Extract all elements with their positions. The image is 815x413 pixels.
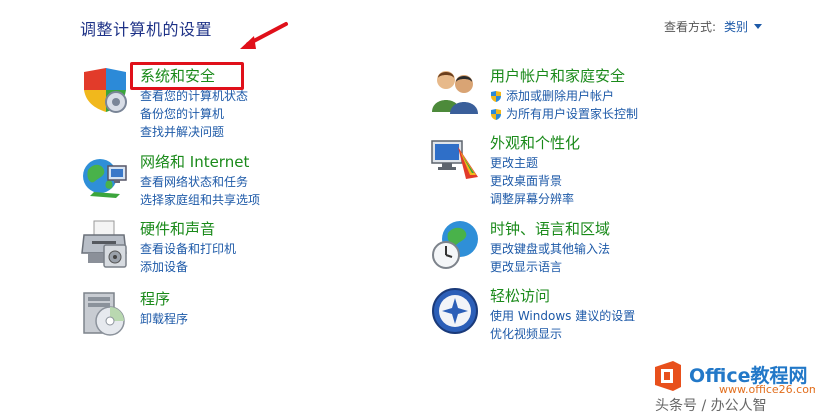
display-palette-icon[interactable] (430, 133, 480, 183)
shield-security-icon[interactable] (80, 66, 130, 116)
clock-globe-icon[interactable] (430, 219, 480, 269)
network-globe-icon[interactable] (80, 152, 130, 202)
link-desktop-background[interactable]: 更改桌面背景 (490, 172, 580, 190)
link-recommended-settings[interactable]: 使用 Windows 建议的设置 (490, 307, 635, 325)
chevron-down-icon[interactable] (754, 24, 763, 29)
link-add-device[interactable]: 添加设备 (140, 258, 236, 276)
category-programs: 程序 卸载程序 (80, 289, 400, 359)
category-title-network[interactable]: 网络和 Internet (140, 152, 260, 173)
category-user-accounts: 用户帐户和家庭安全 添加或删除用户帐户 为所有用户设置家长控制 (430, 66, 750, 136)
link-screen-resolution[interactable]: 调整屏幕分辨率 (490, 190, 580, 208)
printer-icon[interactable] (80, 219, 130, 269)
link-backup[interactable]: 备份您的计算机 (140, 105, 248, 123)
category-title-ease-of-access[interactable]: 轻松访问 (490, 286, 635, 307)
highlight-box (130, 62, 244, 90)
link-troubleshoot[interactable]: 查找并解决问题 (140, 123, 248, 141)
link-add-remove-accounts-label[interactable]: 添加或删除用户帐户 (506, 87, 614, 105)
link-optimize-display[interactable]: 优化视频显示 (490, 325, 635, 343)
office-logo-icon (655, 361, 681, 391)
category-appearance: 外观和个性化 更改主题 更改桌面背景 调整屏幕分辨率 (430, 133, 750, 206)
uac-shield-icon (491, 108, 501, 120)
link-add-remove-accounts[interactable]: 添加或删除用户帐户 (490, 87, 638, 105)
link-change-theme[interactable]: 更改主题 (490, 154, 580, 172)
link-uninstall[interactable]: 卸载程序 (140, 310, 188, 328)
page-title: 调整计算机的设置 (80, 20, 213, 39)
link-homegroup[interactable]: 选择家庭组和共享选项 (140, 191, 260, 209)
link-parental-controls-label[interactable]: 为所有用户设置家长控制 (506, 105, 638, 123)
view-by-label: 查看方式: (664, 20, 717, 34)
category-title-clock-language[interactable]: 时钟、语言和区域 (490, 219, 610, 240)
category-network-internet: 网络和 Internet 查看网络状态和任务 选择家庭组和共享选项 (80, 152, 400, 222)
link-change-input[interactable]: 更改键盘或其他输入法 (490, 240, 610, 258)
view-by-control[interactable]: 查看方式: 类别 (664, 18, 763, 35)
watermark: Office教程网 www.office26.com 头条号 / 办公人智 (645, 353, 815, 413)
category-title-hardware[interactable]: 硬件和声音 (140, 219, 236, 240)
link-devices-printers[interactable]: 查看设备和打印机 (140, 240, 236, 258)
watermark-footer: 头条号 / 办公人智 (655, 398, 767, 413)
category-title-appearance[interactable]: 外观和个性化 (490, 133, 580, 154)
programs-disk-icon[interactable] (80, 289, 130, 339)
category-title-programs[interactable]: 程序 (140, 289, 188, 310)
category-title-user-accounts[interactable]: 用户帐户和家庭安全 (490, 66, 638, 87)
users-icon[interactable] (430, 66, 480, 116)
category-hardware-sound: 硬件和声音 查看设备和打印机 添加设备 (80, 219, 400, 289)
ease-of-access-icon[interactable] (430, 286, 480, 336)
link-network-status[interactable]: 查看网络状态和任务 (140, 173, 260, 191)
uac-shield-icon (491, 90, 501, 102)
category-clock-language: 时钟、语言和区域 更改键盘或其他输入法 更改显示语言 (430, 219, 750, 289)
annotation-arrow-icon (240, 22, 288, 49)
category-ease-of-access: 轻松访问 使用 Windows 建议的设置 优化视频显示 (430, 286, 750, 356)
link-parental-controls[interactable]: 为所有用户设置家长控制 (490, 105, 638, 123)
view-by-dropdown[interactable]: 类别 (724, 18, 748, 35)
link-display-language[interactable]: 更改显示语言 (490, 258, 610, 276)
